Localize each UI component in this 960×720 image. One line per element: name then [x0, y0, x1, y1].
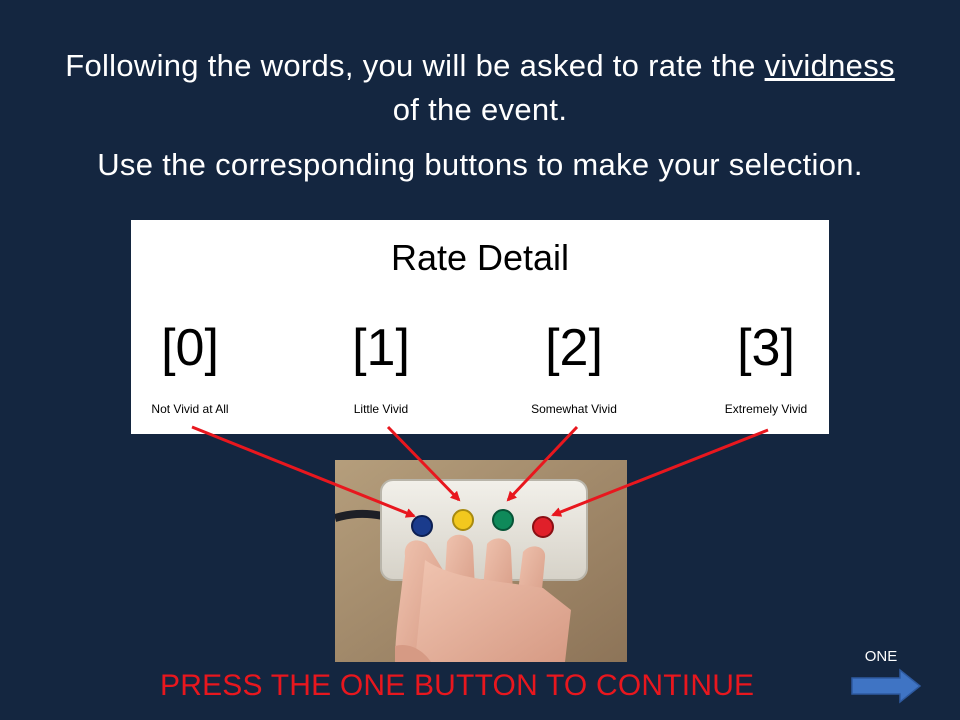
rating-label-0: Not Vivid at All	[151, 402, 229, 416]
instruction-emphasis: vividness	[764, 48, 895, 83]
instruction-line-1: Following the words, you will be asked t…	[0, 46, 960, 86]
green-button-icon	[492, 509, 514, 531]
instruction-line-3: Use the corresponding buttons to make yo…	[97, 147, 863, 182]
rating-key-2: [2]	[545, 319, 603, 377]
instruction-line-2: of the event.	[392, 92, 568, 127]
right-arrow-icon[interactable]	[850, 668, 922, 704]
rating-key-3: [3]	[737, 319, 795, 377]
continue-prompt: PRESS THE ONE BUTTON TO CONTINUE	[160, 669, 755, 702]
yellow-button-icon	[452, 509, 474, 531]
panel-title: Rate Detail	[390, 237, 570, 278]
rating-key-1: [1]	[352, 319, 410, 377]
red-button-icon	[532, 516, 554, 538]
nav-label: ONE	[864, 648, 898, 665]
rating-panel: Rate Detail [0] [1] [2] [3] Not Vivid at…	[131, 220, 829, 434]
rating-label-2: Somewhat Vivid	[531, 402, 617, 416]
blue-button-icon	[411, 515, 433, 537]
button-box-illustration	[335, 460, 627, 662]
rating-label-3: Extremely Vivid	[724, 402, 808, 416]
rating-label-1: Little Vivid	[353, 402, 409, 416]
instruction-prefix: Following the words, you will be asked t…	[65, 48, 756, 83]
button-box-photo	[335, 460, 627, 662]
rating-key-0: [0]	[161, 319, 219, 377]
